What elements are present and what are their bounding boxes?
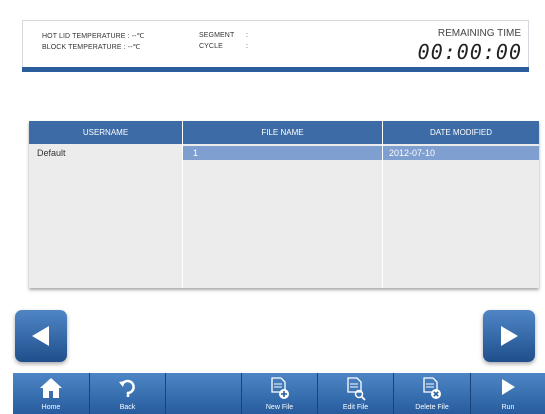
edit-file-label: Edit File: [342, 404, 369, 411]
block-value: --℃: [127, 44, 141, 51]
right-arrow-icon: [501, 326, 518, 346]
status-underline: [22, 67, 529, 72]
remaining-time-value: 00:00:00: [417, 40, 522, 64]
run-button[interactable]: Run: [471, 373, 545, 414]
block-temperature: BLOCK TEMPERATURE : --℃: [42, 43, 141, 51]
cycle: CYCLE :: [199, 43, 248, 50]
delete-file-label: Delete File: [415, 404, 449, 411]
back-button[interactable]: Back: [90, 373, 165, 414]
cell-date-modified[interactable]: 2012-07-10: [383, 146, 539, 160]
new-file-icon: [270, 377, 289, 399]
new-file-button[interactable]: New File: [242, 373, 317, 414]
left-arrow-icon: [32, 326, 49, 346]
next-button[interactable]: [483, 310, 535, 362]
run-label: Run: [501, 404, 515, 411]
empty-toolbar-slot: [166, 373, 241, 414]
back-label: Back: [119, 404, 136, 411]
segment-label: SEGMENT: [199, 32, 235, 39]
cycle-value: :: [246, 43, 249, 50]
home-button[interactable]: Home: [13, 373, 89, 414]
home-label: Home: [41, 404, 61, 411]
column-divider: [382, 121, 383, 288]
column-header-username: USERNAME: [82, 128, 129, 137]
hot-lid-label: HOT LID TEMPERATURE :: [42, 33, 130, 40]
back-icon: [118, 379, 135, 397]
run-icon: [502, 379, 515, 395]
block-label: BLOCK TEMPERATURE :: [42, 44, 126, 51]
edit-file-button[interactable]: Edit File: [318, 373, 393, 414]
table-row[interactable]: Default 1 2012-07-10: [29, 146, 539, 160]
remaining-time-label: REMAINING TIME: [437, 28, 521, 39]
cell-username[interactable]: Default: [29, 146, 182, 160]
delete-file-button[interactable]: Delete File: [394, 373, 470, 414]
segment-value: :: [246, 32, 249, 39]
cell-file-name[interactable]: 1: [183, 146, 382, 160]
column-divider: [182, 121, 183, 288]
column-header-file-name: FILE NAME: [261, 128, 304, 137]
hot-lid-value: --℃: [131, 33, 145, 40]
table-header: USERNAME FILE NAME DATE MODIFIED: [29, 121, 539, 144]
column-header-date-modified: DATE MODIFIED: [429, 128, 493, 137]
cycle-label: CYCLE: [199, 43, 223, 50]
status-panel: HOT LID TEMPERATURE : --℃ BLOCK TEMPERAT…: [22, 20, 529, 68]
new-file-label: New File: [265, 404, 294, 411]
file-table: USERNAME FILE NAME DATE MODIFIED Default…: [29, 121, 539, 288]
delete-file-icon: [423, 377, 441, 399]
previous-button[interactable]: [15, 310, 67, 362]
hot-lid-temperature: HOT LID TEMPERATURE : --℃: [42, 32, 145, 40]
home-icon: [40, 378, 62, 398]
segment: SEGMENT :: [199, 32, 248, 39]
bottom-toolbar: Home Back New File Edit File Delete File…: [13, 373, 545, 414]
edit-file-icon: [346, 377, 366, 401]
